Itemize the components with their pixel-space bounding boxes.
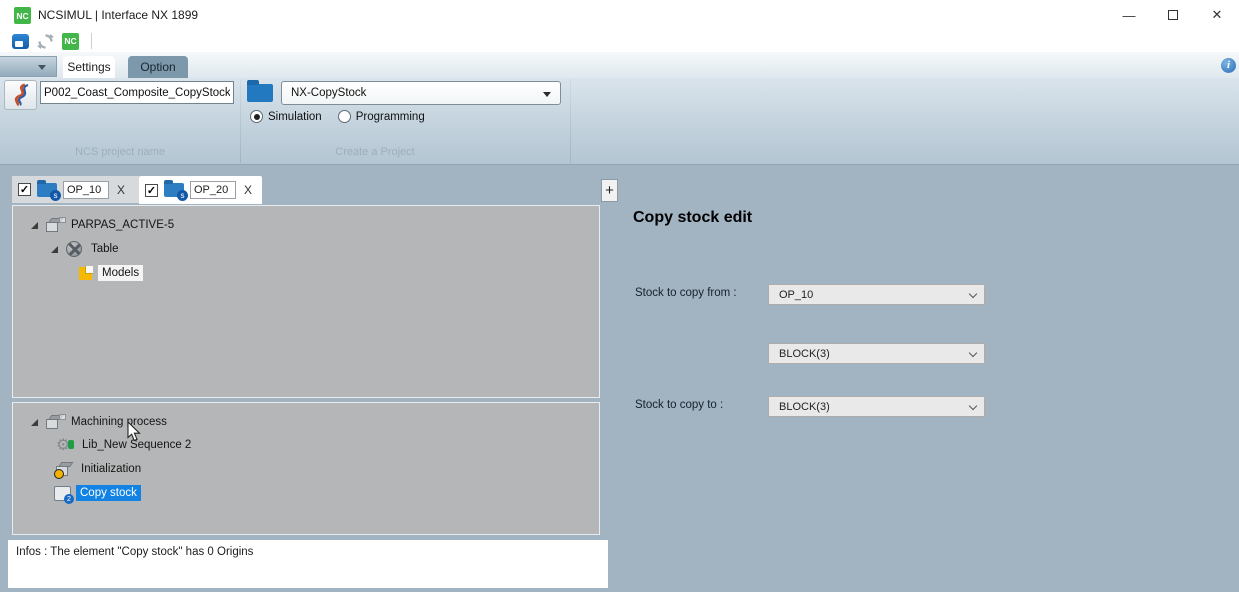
stock-tab-op10-checkbox[interactable]: ✓ <box>18 183 31 196</box>
stock-tab-op10-name-input[interactable] <box>63 181 109 199</box>
stock-folder-icon: s <box>164 183 184 197</box>
copy-stock-icon: 2 <box>54 486 71 501</box>
stock-tab-op20-close-button[interactable]: X <box>242 183 254 197</box>
stock-copy-from-block-value: BLOCK(3) <box>779 348 830 360</box>
process-tree-panel: Machining process ⚙ Lib_New Sequence 2 I… <box>12 402 600 535</box>
radio-simulation-label: Simulation <box>268 111 322 123</box>
tab-option[interactable]: Option <box>128 56 188 78</box>
window-title: NCSIMUL | Interface NX 1899 <box>38 0 198 30</box>
copy-stock-badge: 2 <box>64 494 74 504</box>
tree-item-label: Initialization <box>77 461 145 477</box>
mode-radio-group: Simulation Programming <box>250 110 425 123</box>
process-cube-icon <box>46 415 62 429</box>
chevron-down-icon <box>543 92 551 97</box>
file-menu-dropdown[interactable] <box>0 56 57 77</box>
tree-item-initialization[interactable]: Initialization <box>56 458 145 480</box>
tree-item-copy-stock[interactable]: 2 Copy stock <box>54 482 141 504</box>
stock-copy-to-label: Stock to copy to : <box>635 399 723 411</box>
chevron-down-icon <box>969 290 977 298</box>
ribbon-group-separator <box>570 79 571 163</box>
stock-copy-from-block-dropdown[interactable]: BLOCK(3) <box>768 343 985 364</box>
radio-simulation[interactable]: Simulation <box>250 110 322 123</box>
machine-cube-icon <box>46 218 62 232</box>
maximize-button[interactable] <box>1151 0 1195 30</box>
ncsimul-logo-icon <box>10 83 32 107</box>
stock-tab-op20-name-input[interactable] <box>190 181 236 199</box>
add-stock-tab-button[interactable]: + <box>601 179 618 202</box>
radio-programming[interactable]: Programming <box>338 110 425 123</box>
status-info-bar: Infos : The element "Copy stock" has 0 O… <box>8 540 608 588</box>
stock-copy-from-dropdown[interactable]: OP_10 <box>768 284 985 305</box>
initialization-icon <box>56 462 72 476</box>
stock-copy-from-label: Stock to copy from : <box>635 287 737 299</box>
expander-icon[interactable] <box>31 222 38 229</box>
group-label-ncs-project-name: NCS project name <box>0 146 240 158</box>
models-icon <box>78 266 93 281</box>
project-name-input[interactable] <box>40 81 234 104</box>
tree-item-label: Table <box>87 241 123 257</box>
stock-tab-op10-close-button[interactable]: X <box>115 183 127 197</box>
radio-programming-circle <box>338 110 351 123</box>
tree-item-label: Copy stock <box>76 485 141 501</box>
maximize-icon <box>1168 10 1178 20</box>
chevron-down-icon <box>38 65 46 70</box>
expander-icon[interactable] <box>51 246 58 253</box>
interface-type-value: NX-CopyStock <box>291 87 366 99</box>
title-bar: NC NCSIMUL | Interface NX 1899 — ✕ <box>0 0 1239 30</box>
radio-simulation-circle <box>250 110 263 123</box>
tree-item-models[interactable]: Models <box>76 262 143 284</box>
sequence-gear-icon: ⚙ <box>56 437 73 454</box>
tab-settings[interactable]: Settings <box>63 56 115 78</box>
ncsimul-logo-button[interactable] <box>4 80 37 110</box>
tree-item-parpas[interactable]: PARPAS_ACTIVE-5 <box>31 214 178 236</box>
app-logo-icon: NC <box>14 7 31 24</box>
tree-item-machining-process[interactable]: Machining process <box>31 411 171 433</box>
stock-copy-to-value: BLOCK(3) <box>779 401 830 413</box>
stock-tab-op10[interactable]: ✓ s X <box>12 176 139 203</box>
info-icon[interactable]: i <box>1221 58 1236 73</box>
tree-item-table[interactable]: Table <box>51 238 123 260</box>
close-button[interactable]: ✕ <box>1195 0 1239 30</box>
chevron-down-icon <box>969 349 977 357</box>
table-axis-icon <box>66 241 82 257</box>
stock-folder-icon: s <box>37 183 57 197</box>
stock-tab-op20[interactable]: ✓ s X <box>139 176 262 204</box>
tree-item-label: Machining process <box>67 414 171 430</box>
interface-type-dropdown[interactable]: NX-CopyStock <box>281 81 561 105</box>
chevron-down-icon <box>969 402 977 410</box>
stock-copy-to-dropdown[interactable]: BLOCK(3) <box>768 396 985 417</box>
stock-folder-badge: s <box>50 190 61 201</box>
tree-item-label: PARPAS_ACTIVE-5 <box>67 217 178 233</box>
radio-programming-label: Programming <box>356 111 425 123</box>
save-icon[interactable] <box>12 34 29 49</box>
minimize-button[interactable]: — <box>1107 0 1151 30</box>
machine-tree-panel: PARPAS_ACTIVE-5 Table Models <box>12 205 600 398</box>
stock-folder-badge: s <box>177 190 188 201</box>
quick-access-toolbar: NC <box>0 30 1239 52</box>
folder-icon[interactable] <box>247 84 273 102</box>
toolbar-separator <box>91 33 92 49</box>
group-label-create-a-project: Create a Project <box>240 146 510 158</box>
gear-green-marker <box>68 440 74 449</box>
window-controls: — ✕ <box>1107 0 1239 30</box>
tree-item-lib-new-sequence[interactable]: ⚙ Lib_New Sequence 2 <box>56 434 195 456</box>
edit-panel-title: Copy stock edit <box>633 209 752 227</box>
stock-tab-op20-checkbox[interactable]: ✓ <box>145 184 158 197</box>
status-info-text: Infos : The element "Copy stock" has 0 O… <box>16 546 253 558</box>
mouse-cursor <box>127 421 141 442</box>
refresh-icon[interactable] <box>37 33 54 50</box>
nc-tool-icon[interactable]: NC <box>62 33 79 50</box>
expander-icon[interactable] <box>31 419 38 426</box>
stock-copy-from-value: OP_10 <box>779 289 813 301</box>
ribbon-settings-panel: NX-CopyStock Simulation Programming NCS … <box>0 78 1239 165</box>
tree-item-label: Models <box>98 265 143 281</box>
